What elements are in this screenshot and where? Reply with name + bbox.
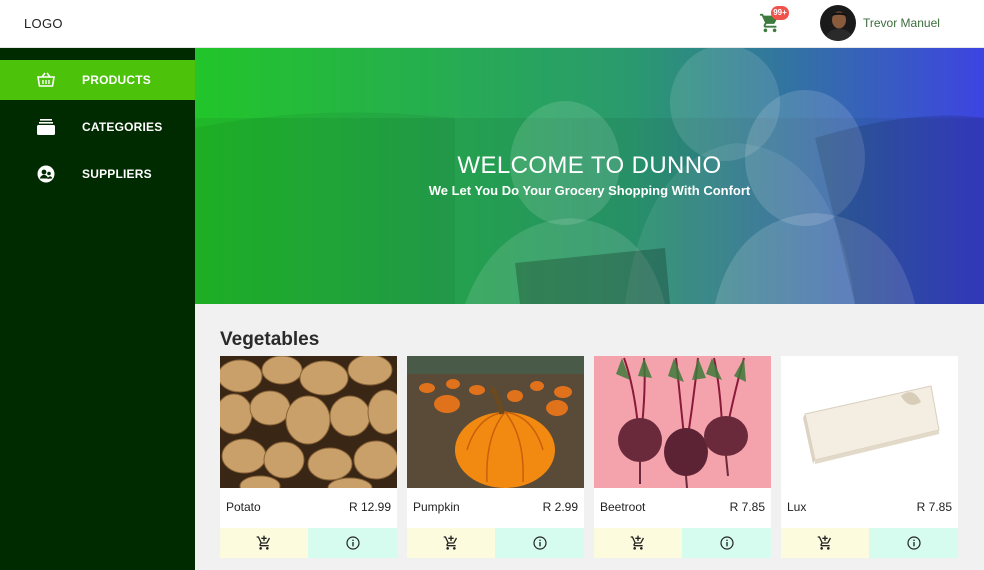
top-bar: LOGO 99+ Trevor Manuel [0, 0, 984, 48]
section-title: Vegetables [220, 329, 320, 350]
sidebar-item-label: CATEGORIES [82, 120, 163, 134]
sidebar-item-products[interactable]: PRODUCTS [0, 60, 195, 100]
product-image-pumpkin [407, 356, 584, 488]
user-name: Trevor Manuel [863, 16, 940, 30]
hero-banner: WELCOME TO DUNNO We Let You Do Your Groc… [195, 48, 984, 304]
product-card[interactable]: Potato R 12.99 [220, 356, 397, 558]
product-image-beetroot [594, 356, 771, 488]
add-to-cart-icon [256, 535, 271, 550]
product-price: R 7.85 [916, 500, 952, 514]
logo[interactable]: LOGO [24, 16, 63, 31]
product-name: Lux [787, 500, 807, 514]
info-icon [719, 536, 734, 550]
add-to-cart-icon [630, 535, 645, 550]
add-to-cart-icon [443, 535, 458, 550]
info-icon [532, 536, 547, 550]
add-to-cart-button[interactable] [407, 528, 495, 558]
product-info-button[interactable] [869, 528, 958, 558]
product-name: Potato [226, 500, 261, 514]
info-icon [345, 536, 360, 550]
product-name: Pumpkin [413, 500, 460, 514]
product-price: R 7.85 [729, 500, 765, 514]
product-name: Beetroot [600, 500, 646, 514]
info-icon [906, 536, 921, 550]
categories-icon [37, 119, 55, 135]
product-card[interactable]: Pumpkin R 2.99 [407, 356, 584, 558]
add-to-cart-button[interactable] [220, 528, 308, 558]
add-to-cart-icon [817, 535, 832, 550]
product-card[interactable]: Beetroot R 7.85 [594, 356, 771, 558]
product-price: R 2.99 [542, 500, 578, 514]
sidebar-item-label: PRODUCTS [82, 73, 151, 87]
sidebar-item-suppliers[interactable]: SUPPLIERS [0, 154, 195, 194]
add-to-cart-button[interactable] [781, 528, 869, 558]
sidebar: PRODUCTS CATEGORIES SUPPLIERS [0, 48, 195, 570]
avatar [820, 5, 856, 41]
sidebar-item-label: SUPPLIERS [82, 167, 152, 181]
product-info-button[interactable] [495, 528, 584, 558]
product-image-potato [220, 356, 397, 488]
add-to-cart-button[interactable] [594, 528, 682, 558]
product-info-button[interactable] [682, 528, 771, 558]
product-info-button[interactable] [308, 528, 397, 558]
suppliers-icon [37, 165, 55, 183]
product-image-lux [781, 356, 958, 488]
product-card[interactable]: Lux R 7.85 [781, 356, 958, 558]
user-menu[interactable]: Trevor Manuel [820, 5, 940, 41]
cart-button[interactable]: 99+ [759, 6, 789, 34]
hero-title: WELCOME TO DUNNO [457, 152, 722, 179]
sidebar-item-categories[interactable]: CATEGORIES [0, 107, 195, 147]
cart-count-badge: 99+ [771, 6, 789, 20]
hero-subtitle: We Let You Do Your Grocery Shopping With… [428, 183, 751, 198]
product-price: R 12.99 [348, 500, 391, 514]
basket-icon [37, 72, 55, 87]
